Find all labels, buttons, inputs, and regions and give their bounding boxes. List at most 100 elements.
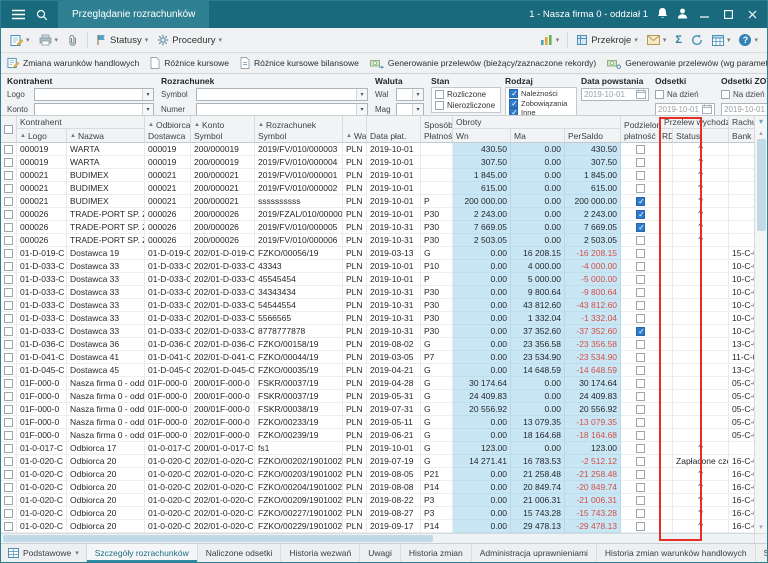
row-select-checkbox[interactable] (4, 301, 13, 310)
row-select-checkbox[interactable] (4, 444, 13, 453)
inne-checkbox[interactable] (509, 108, 518, 116)
table-row[interactable]: 000021BUDIMEX000021200/0000212019/FV/010… (1, 182, 754, 195)
podzielona-platnosc-checkbox[interactable] (636, 405, 645, 414)
podzielona-platnosc-checkbox[interactable] (636, 327, 645, 336)
table-row[interactable]: 01-D-036-CDostawca 3601-D-036-C202/01-D-… (1, 338, 754, 351)
horizontal-scrollbar-thumb[interactable] (3, 535, 433, 542)
col-rozrachunek-symbol[interactable]: ▲RozrachunekSymbol (255, 116, 343, 143)
col-group-przelew-wychodzacy[interactable]: Przelew wychodzący (661, 116, 729, 129)
scroll-up-icon[interactable]: ▴ (759, 128, 763, 139)
col-group-kontrahent[interactable]: Kontrahent (17, 116, 145, 129)
col-wn[interactable]: Wn (453, 129, 511, 143)
podzielona-platnosc-checkbox[interactable] (636, 392, 645, 401)
table-row[interactable]: 01-D-033-CDostawca 3301-D-033-C202/01-D-… (1, 312, 754, 325)
row-select-checkbox[interactable] (4, 418, 13, 427)
collapse-chevron-icon[interactable]: ▾ (759, 116, 763, 128)
row-select-checkbox[interactable] (4, 353, 13, 362)
podzielona-platnosc-checkbox[interactable] (636, 340, 645, 349)
podzielona-platnosc-checkbox[interactable] (636, 275, 645, 284)
table-row[interactable]: 01F-000-0Nasza firma 0 - odd01F-000-0200… (1, 390, 754, 403)
row-select-checkbox[interactable] (4, 236, 13, 245)
tab-item-6[interactable]: Historia zmian warunków handlowych (597, 544, 756, 562)
podzielona-platnosc-checkbox[interactable] (636, 314, 645, 323)
naleznosci-checkbox[interactable] (509, 89, 518, 98)
tab-item-7[interactable]: Stan rozliczenia kolejki FIFO (756, 544, 767, 562)
podzielona-platnosc-checkbox[interactable] (636, 145, 645, 154)
row-select-checkbox[interactable] (4, 288, 13, 297)
generowanie-przelewow-parametry-button[interactable]: Generowanie przelewów (wg parametrów) (607, 58, 767, 69)
podzielona-platnosc-checkbox[interactable] (636, 288, 645, 297)
table-row[interactable]: 000026TRADE-PORT SP. Z O.000026200/00002… (1, 221, 754, 234)
col-persaldo[interactable]: PerSaldo (565, 129, 621, 143)
table-row[interactable]: 01F-000-0Nasza firma 0 - odd01F-000-0200… (1, 377, 754, 390)
row-select-checkbox[interactable] (4, 470, 13, 479)
row-select-checkbox[interactable] (4, 145, 13, 154)
edit-form-button[interactable]: ▾ (6, 30, 34, 50)
minimize-button[interactable] (697, 1, 712, 28)
podzielona-platnosc-checkbox[interactable] (636, 470, 645, 479)
podzielona-platnosc-checkbox[interactable] (636, 418, 645, 427)
przekroje-button[interactable]: Przekroje ▾ (572, 30, 642, 50)
table-row[interactable]: 01-D-045-CDostawca 4501-D-045-C202/01-D-… (1, 364, 754, 377)
close-button[interactable] (745, 1, 760, 28)
podzielona-platnosc-checkbox[interactable] (636, 210, 645, 219)
table-row[interactable]: 01-D-019-CDostawca 1901-D-019-C202/01-D-… (1, 247, 754, 260)
table-row[interactable]: 000026TRADE-PORT SP. Z O.000026200/00002… (1, 234, 754, 247)
table-row[interactable]: 000021BUDIMEX000021200/000021ssssssssssP… (1, 195, 754, 208)
podzielona-platnosc-checkbox[interactable] (636, 262, 645, 271)
podzielona-platnosc-checkbox[interactable] (636, 496, 645, 505)
symbol-combo[interactable]: ▾ (196, 88, 368, 101)
odsetki-na-dzien-checkbox[interactable] (655, 90, 664, 99)
col-group-obroty[interactable]: Obroty (453, 116, 621, 129)
row-select-checkbox[interactable] (4, 223, 13, 232)
podzielona-platnosc-checkbox[interactable] (636, 483, 645, 492)
table-row[interactable]: 01-0-017-COdbiorca 1701-0-017-C200/01-0-… (1, 442, 754, 455)
table-row[interactable]: 01-D-033-CDostawca 3301-D-033-C202/01-D-… (1, 286, 754, 299)
table-row[interactable]: 01F-000-0Nasza firma 0 - odd01F-000-0200… (1, 403, 754, 416)
podzielona-platnosc-checkbox[interactable] (636, 223, 645, 232)
row-select-checkbox[interactable] (4, 496, 13, 505)
odsetki-date-field[interactable]: 2019-10-01 (655, 103, 715, 116)
rozliczone-option[interactable]: Rozliczone (435, 89, 497, 100)
export-button[interactable]: ▾ (643, 30, 671, 50)
col-rd[interactable]: RD (661, 129, 673, 143)
podzielona-platnosc-checkbox[interactable] (636, 158, 645, 167)
row-select-checkbox[interactable] (4, 197, 13, 206)
col-wal[interactable]: ▲Wal (343, 116, 367, 143)
col-group-rachunek[interactable]: Rachunek (729, 116, 754, 129)
table-row[interactable]: 01-0-020-COdbiorca 2001-0-020-C202/01-0-… (1, 507, 754, 520)
row-select-checkbox[interactable] (4, 210, 13, 219)
col-odbiorca-dostawca[interactable]: ▲OdbiorcaDostawca (145, 116, 191, 143)
notifications-bell-icon[interactable] (657, 6, 668, 24)
col-data-platnosci[interactable]: Data płat. (367, 116, 421, 143)
col-logo[interactable]: ▲Logo (17, 129, 67, 143)
col-nazwa[interactable]: ▲Nazwa (67, 129, 145, 143)
row-select-checkbox[interactable] (4, 262, 13, 271)
procedury-button[interactable]: Procedury ▾ (153, 30, 226, 50)
zobowiazania-option[interactable]: Zobowiązania (509, 99, 573, 109)
row-select-checkbox[interactable] (4, 405, 13, 414)
row-select-checkbox[interactable] (4, 275, 13, 284)
col-bank[interactable]: Bank (729, 129, 754, 143)
table-row[interactable]: 000021BUDIMEX000021200/0000212019/FV/010… (1, 169, 754, 182)
data-powstania-field[interactable]: 2019-10-01 (581, 88, 649, 101)
nierozliczone-option[interactable]: Nierozliczone (435, 100, 497, 111)
row-select-checkbox[interactable] (4, 158, 13, 167)
sum-button[interactable]: Σ (671, 30, 686, 50)
podzielona-platnosc-checkbox[interactable] (636, 249, 645, 258)
table-row[interactable]: 01-D-041-CDostawca 4101-D-041-C202/01-D-… (1, 351, 754, 364)
inne-option[interactable]: Inne (509, 108, 573, 116)
row-select-checkbox[interactable] (4, 184, 13, 193)
row-select-checkbox[interactable] (4, 249, 13, 258)
search-icon[interactable] (30, 1, 54, 28)
horizontal-scrollbar[interactable] (1, 533, 754, 543)
podzielona-platnosc-checkbox[interactable] (636, 171, 645, 180)
row-select-checkbox[interactable] (4, 483, 13, 492)
user-icon[interactable] (677, 6, 688, 24)
podstawowe-button[interactable]: Podstawowe ▾ (1, 544, 87, 562)
help-button[interactable]: ? ▾ (735, 30, 762, 50)
podzielona-platnosc-checkbox[interactable] (636, 509, 645, 518)
select-all-checkbox[interactable] (4, 125, 13, 134)
podzielona-platnosc-checkbox[interactable] (636, 236, 645, 245)
row-select-checkbox[interactable] (4, 457, 13, 466)
